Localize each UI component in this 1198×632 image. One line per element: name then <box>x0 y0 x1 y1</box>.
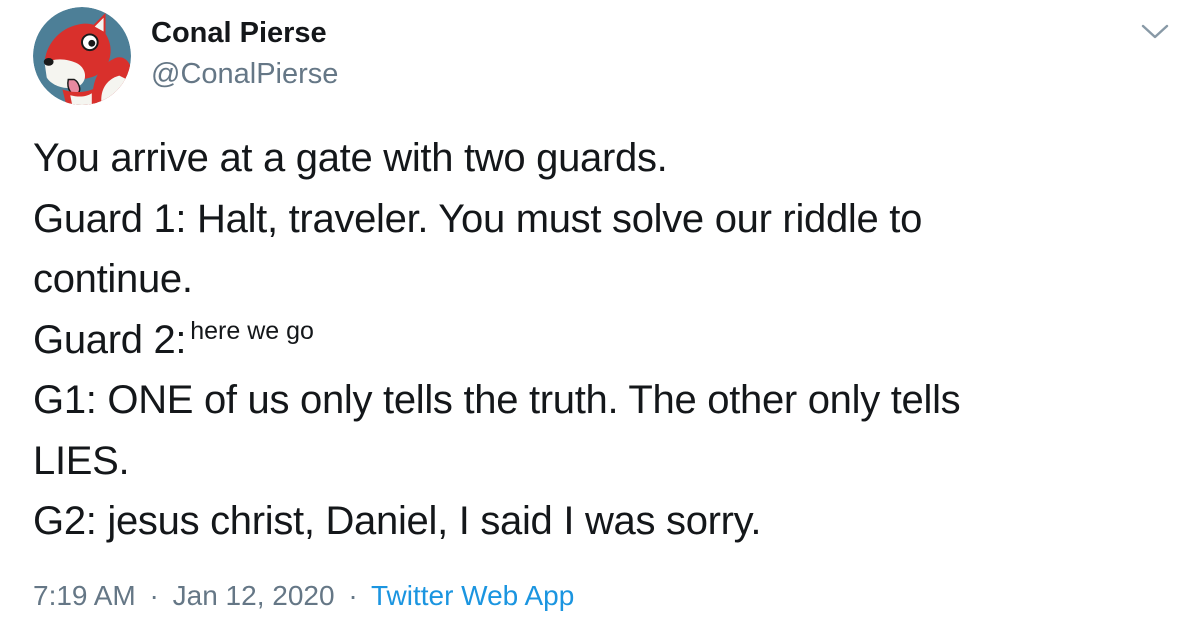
author-display-name[interactable]: Conal Pierse <box>151 15 327 51</box>
tweet-date[interactable]: Jan 12, 2020 <box>173 580 335 611</box>
tweet-line: You arrive at a gate with two guards. <box>33 136 668 180</box>
tweet-source-link[interactable]: Twitter Web App <box>371 580 574 611</box>
author-avatar[interactable] <box>33 7 131 105</box>
tweet-line: LIES. <box>33 438 130 483</box>
tweet-line: continue. <box>33 257 193 301</box>
meta-separator: · <box>149 580 159 611</box>
meta-separator: · <box>348 580 358 611</box>
tweet-text: You arrive at a gate with two guards. Gu… <box>33 128 1163 552</box>
tweet-time[interactable]: 7:19 AM <box>33 580 136 611</box>
squirrel-avatar-icon <box>33 7 131 105</box>
tweet-line: G1: ONE of us only tells the truth. The … <box>33 378 961 422</box>
tweet-line: Guard 2: here we go <box>33 310 1163 371</box>
tweet-meta: 7:19 AM · Jan 12, 2020 · Twitter Web App <box>33 578 574 614</box>
chevron-down-icon[interactable] <box>1138 18 1172 46</box>
tweet-line: G2: jesus christ, Daniel, I said I was s… <box>33 499 762 543</box>
tweet-card: Conal Pierse @ConalPierse You arrive at … <box>0 0 1198 632</box>
author-handle[interactable]: @ConalPierse <box>151 56 338 92</box>
tweet-aside-text: here we go <box>190 316 314 345</box>
tweet-line-text: Guard 2: <box>33 317 187 362</box>
tweet-line: Guard 1: Halt, traveler. You must solve … <box>33 196 923 241</box>
